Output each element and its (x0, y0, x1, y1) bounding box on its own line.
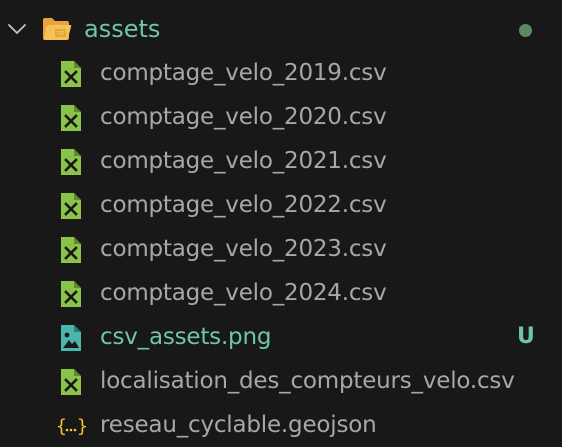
file-name: comptage_velo_2019.csv (100, 60, 387, 86)
file-item[interactable]: comptage_velo_2021.csv (0, 139, 562, 183)
chevron-down-icon[interactable] (6, 18, 28, 40)
file-item[interactable]: comptage_velo_2022.csv (0, 183, 562, 227)
csv-file-icon (61, 61, 81, 87)
folder-name: assets (84, 15, 161, 43)
untracked-badge: U (517, 324, 535, 349)
file-name: comptage_velo_2022.csv (100, 192, 387, 218)
file-item[interactable]: comptage_velo_2024.csv (0, 271, 562, 315)
csv-file-icon (61, 149, 81, 175)
file-name: localisation_des_compteurs_velo.csv (100, 368, 515, 394)
file-item[interactable]: localisation_des_compteurs_velo.csv (0, 359, 562, 403)
file-name: comptage_velo_2023.csv (100, 236, 387, 262)
folder-assets[interactable]: assets (0, 6, 562, 50)
file-name: comptage_velo_2021.csv (100, 148, 387, 174)
svg-text:}: } (77, 416, 86, 437)
file-item[interactable]: comptage_velo_2023.csv (0, 227, 562, 271)
modified-status-dot (519, 24, 532, 37)
file-name: csv_assets.png (100, 324, 272, 350)
folder-open-icon (43, 18, 72, 40)
csv-file-icon (61, 105, 81, 131)
json-file-icon: { } (56, 416, 86, 437)
csv-file-icon (61, 193, 81, 219)
csv-file-icon (61, 281, 81, 307)
file-explorer-tree: assets comptage_velo_2019.csv comptage_v… (0, 0, 562, 446)
image-file-icon (61, 325, 81, 351)
file-name: reseau_cyclable.geojson (100, 412, 377, 438)
file-name: comptage_velo_2024.csv (100, 280, 387, 306)
csv-file-icon (61, 369, 81, 395)
file-name: comptage_velo_2020.csv (100, 104, 387, 130)
file-item[interactable]: csv_assets.png U (0, 315, 562, 359)
file-item[interactable]: { } reseau_cyclable.geojson (0, 403, 562, 447)
svg-text:{: { (56, 416, 67, 437)
csv-file-icon (61, 237, 81, 263)
file-item[interactable]: comptage_velo_2020.csv (0, 95, 562, 139)
file-item[interactable]: comptage_velo_2019.csv (0, 51, 562, 95)
